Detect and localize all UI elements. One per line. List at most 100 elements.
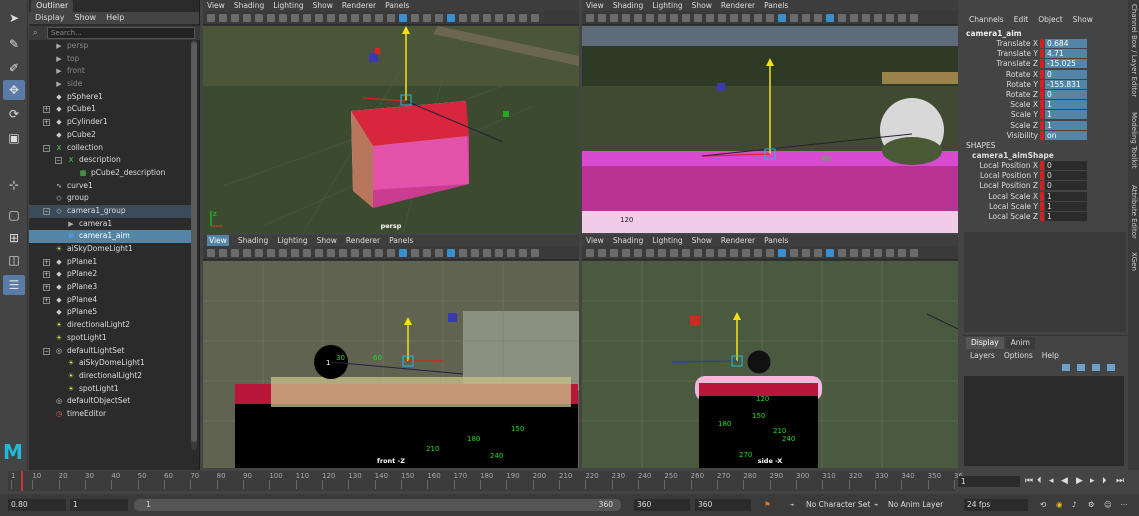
channel-value-field[interactable]: 1	[1045, 100, 1087, 110]
image-plane-icon[interactable]	[243, 13, 251, 22]
channel-name[interactable]: Scale X	[1010, 100, 1038, 109]
default-material-icon[interactable]	[742, 13, 750, 22]
vp-menu-shading[interactable]: Shading	[234, 0, 264, 11]
paint-select-icon[interactable]: ✐	[3, 58, 25, 78]
depth-of-field-icon[interactable]	[447, 13, 455, 22]
vp-menu-shading[interactable]: Shading	[613, 0, 643, 11]
outliner-item[interactable]: ☀ directionalLight2	[29, 370, 191, 383]
color-management-icon[interactable]	[910, 248, 918, 257]
end-time-field[interactable]: 360	[634, 499, 690, 511]
channel-name[interactable]: Rotate Y	[1006, 80, 1038, 89]
outliner-item[interactable]: ∿ curve1	[29, 180, 191, 193]
four-pane-layout-icon[interactable]: ⊞	[3, 228, 25, 248]
cb-menu-edit[interactable]: Edit	[1014, 14, 1029, 26]
grid-icon[interactable]	[255, 13, 263, 22]
outliner-item[interactable]: − ◎ defaultLightSet	[29, 345, 191, 358]
vp-menu-view[interactable]: View	[586, 0, 604, 11]
field-chart-icon[interactable]	[682, 13, 690, 22]
ambient-occlusion-icon[interactable]	[790, 248, 798, 257]
outliner-tab[interactable]: Outliner	[31, 0, 74, 12]
field-chart-icon[interactable]	[303, 248, 311, 257]
safe-title-icon[interactable]	[706, 248, 714, 257]
outliner-item[interactable]: ☀ spotLight1	[29, 332, 191, 345]
range-bar[interactable]: 1 360	[134, 499, 621, 511]
outliner-item[interactable]: ◷ timeEditor	[29, 408, 191, 421]
resolution-gate-icon[interactable]	[279, 13, 287, 22]
smooth-shade-icon[interactable]	[351, 13, 359, 22]
safe-action-icon[interactable]	[694, 13, 702, 22]
channel-value-field[interactable]: 4.71	[1045, 49, 1087, 59]
gamma-icon[interactable]	[519, 248, 527, 257]
field-chart-icon[interactable]	[682, 248, 690, 257]
safe-title-icon[interactable]	[327, 13, 335, 22]
next-key-icon[interactable]: ▸	[1090, 476, 1095, 486]
vp-menu-panels[interactable]: Panels	[764, 235, 788, 246]
scale-tool-icon[interactable]: ▣	[3, 128, 25, 148]
new-layer-selected-icon[interactable]	[1107, 364, 1115, 371]
resolution-gate-icon[interactable]	[658, 13, 666, 22]
camera-attrs-icon[interactable]	[219, 248, 227, 257]
expand-toggle-icon[interactable]: +	[43, 106, 50, 114]
gate-mask-icon[interactable]	[670, 13, 678, 22]
channel-value-field[interactable]: on	[1045, 130, 1087, 140]
anim-prefs-icon[interactable]: ⚙	[1088, 499, 1095, 511]
wireframe-icon[interactable]	[718, 13, 726, 22]
outliner-item[interactable]: ▶ side	[29, 78, 191, 91]
backface-icon[interactable]	[874, 13, 882, 22]
color-management-icon[interactable]	[531, 248, 539, 257]
channel-name[interactable]: Local Scale Y	[989, 202, 1038, 211]
channel-value-field[interactable]: 0	[1045, 69, 1087, 79]
resolution-gate-icon[interactable]	[279, 248, 287, 257]
color-management-icon[interactable]	[531, 13, 539, 22]
vp-menu-show[interactable]: Show	[317, 235, 337, 246]
viewport-persp[interactable]: View Shading Lighting Show Renderer Pane…	[203, 0, 579, 233]
viewport-side-scene[interactable]: 120 150 180 210 240 270	[582, 261, 958, 468]
use-lights-icon[interactable]	[766, 248, 774, 257]
anim-layer-field[interactable]: No Anim Layer	[888, 499, 943, 511]
loop-icon[interactable]: ⟲	[1040, 499, 1046, 511]
outliner-item[interactable]: − ◇ camera1_group	[29, 204, 191, 218]
shadows-icon[interactable]	[778, 13, 786, 22]
bookmark-icon[interactable]	[231, 248, 239, 257]
exposure-icon[interactable]	[886, 13, 894, 22]
expand-toggle-icon[interactable]: +	[43, 271, 50, 279]
film-gate-icon[interactable]	[646, 13, 654, 22]
viewport-camera1-scene[interactable]: 60 120	[582, 26, 958, 233]
use-lights-icon[interactable]	[387, 13, 395, 22]
channel-name[interactable]: Rotate X	[1006, 70, 1038, 79]
outliner-item[interactable]: ◎ defaultObjectSet	[29, 395, 191, 408]
side-tab-attribute-editor[interactable]: Attribute Editor	[1130, 185, 1138, 239]
shadows-icon[interactable]	[399, 248, 407, 257]
outliner-menu-show[interactable]: Show	[75, 12, 97, 24]
motion-blur-icon[interactable]	[802, 248, 810, 257]
exposure-icon[interactable]	[507, 248, 515, 257]
ambient-occlusion-icon[interactable]	[790, 13, 798, 22]
vp-menu-view[interactable]: View	[586, 235, 604, 246]
xray-icon[interactable]	[850, 248, 858, 257]
channel-value-field[interactable]: 1	[1045, 212, 1087, 221]
viewport-front-scene[interactable]: 1 30 60 150 180 210 240	[203, 261, 579, 468]
smooth-shade-icon[interactable]	[730, 13, 738, 22]
outliner-item[interactable]: ▶ top	[29, 53, 191, 66]
camera-attrs-icon[interactable]	[219, 13, 227, 22]
channel-value-field[interactable]: -155.831	[1045, 79, 1087, 89]
outliner-item[interactable]: ☀ directionalLight2	[29, 319, 191, 332]
outliner-item[interactable]: − Xcollection	[29, 142, 191, 155]
anim-layer-icon[interactable]: ⌁	[874, 499, 879, 511]
outliner-item[interactable]: ▶ front	[29, 65, 191, 78]
vp-menu-shading[interactable]: Shading	[238, 235, 268, 246]
gate-mask-icon[interactable]	[670, 248, 678, 257]
start-time-field[interactable]: 1	[70, 499, 128, 511]
film-gate-icon[interactable]	[267, 13, 275, 22]
outliner-scrollbar[interactable]	[191, 40, 197, 450]
exposure-icon[interactable]	[507, 13, 515, 22]
vp-menu-view[interactable]: View	[207, 235, 229, 246]
motion-blur-icon[interactable]	[423, 248, 431, 257]
expand-toggle-icon[interactable]: +	[43, 258, 50, 266]
image-plane-icon[interactable]	[622, 248, 630, 257]
xray-joints-icon[interactable]	[483, 13, 491, 22]
vp-menu-show[interactable]: Show	[692, 235, 712, 246]
expand-toggle-icon[interactable]: −	[43, 144, 50, 152]
channel-value-field[interactable]: 0.684	[1045, 39, 1087, 48]
vp-menu-shading[interactable]: Shading	[613, 235, 643, 246]
